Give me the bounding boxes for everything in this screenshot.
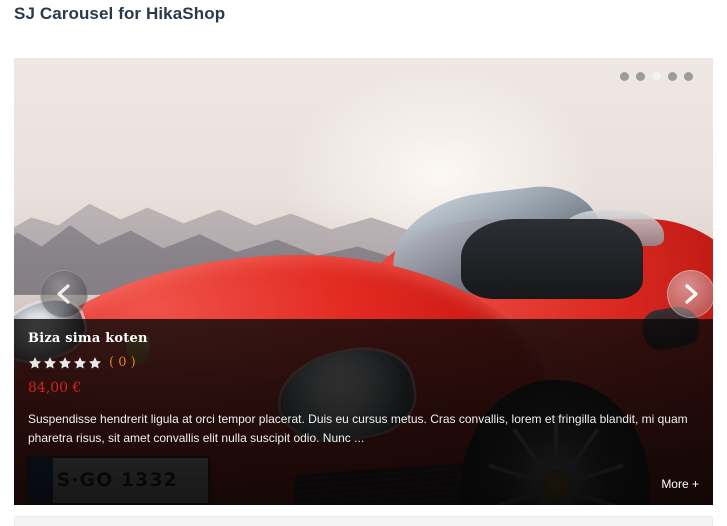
product-info-overlay: Biza sima koten (0) 84,00 € Suspendiss… [14,319,713,505]
star-icon[interactable] [73,356,87,370]
star-icon[interactable] [58,356,72,370]
chevron-left-icon [54,283,74,305]
more-row: More + [661,475,699,493]
carousel-next-button[interactable] [667,270,713,318]
page-root: SJ Carousel for HikaShop Biza sima koten… [0,0,727,526]
star-icon[interactable] [88,356,102,370]
product-price: 84,00 € [28,380,82,396]
product-rating[interactable]: ( 0 ) [28,355,699,370]
chevron-right-icon [681,283,701,305]
pagination-dot-5[interactable] [684,72,693,81]
page-title: SJ Carousel for HikaShop [14,4,226,23]
rating-stars[interactable] [28,356,102,370]
pagination-dot-3[interactable] [652,72,661,81]
star-icon[interactable] [43,356,57,370]
car-cabin [461,218,644,300]
pagination-dot-4[interactable] [668,72,677,81]
carousel-pagination[interactable] [620,72,693,81]
star-icon[interactable] [28,356,42,370]
pagination-dot-2[interactable] [636,72,645,81]
product-description: Suspendisse hendrerit ligula at orci tem… [28,412,688,445]
more-link[interactable]: More + [661,477,699,491]
carousel-prev-button[interactable] [40,270,88,318]
rating-count: ( 0 ) [109,355,136,370]
product-title[interactable]: Biza sima koten [28,331,699,346]
next-module-panel [14,516,713,526]
carousel: S·GO 1332 [14,58,713,505]
pagination-dot-1[interactable] [620,72,629,81]
